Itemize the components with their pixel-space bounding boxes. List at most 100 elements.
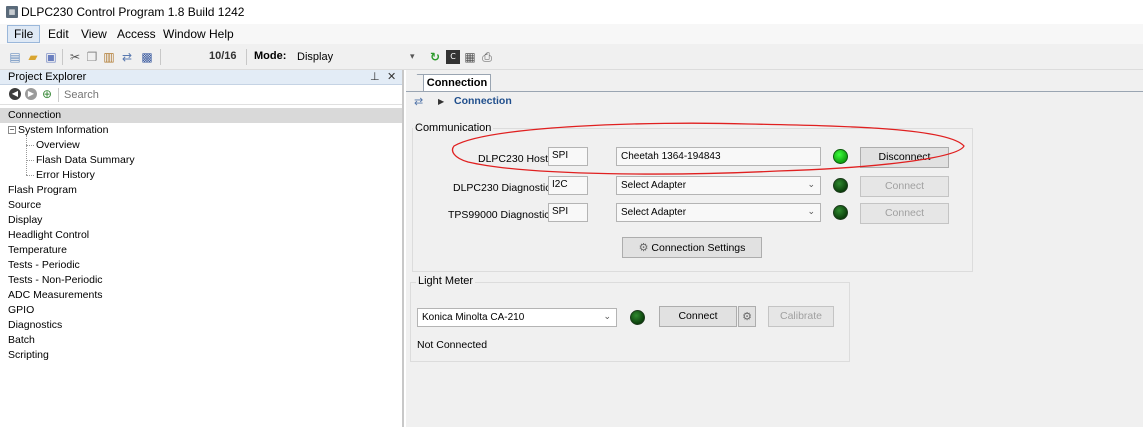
app-icon: ▦ [6, 6, 18, 18]
menu-edit[interactable]: Edit [42, 25, 75, 43]
collapse-icon[interactable]: − [8, 126, 16, 134]
tree-item-label: Flash Data Summary [36, 154, 135, 166]
tree-item-label: Overview [36, 139, 80, 151]
tree-item[interactable]: Error History [36, 168, 95, 183]
back-icon[interactable]: ◀ [9, 88, 21, 100]
window-title: DLPC230 Control Program 1.8 Build 1242 [21, 5, 245, 19]
menu-file[interactable]: File [7, 25, 41, 43]
page-counter: 10/16 [209, 50, 237, 62]
tree-item[interactable]: ADC Measurements [8, 288, 103, 303]
chevron-down-icon: ⌄ [603, 312, 611, 322]
connection-icon[interactable]: ⇄ [120, 50, 134, 64]
row-label: DLPC230 Diagnostics [453, 182, 556, 194]
tree-guide-line [26, 160, 34, 161]
open-icon[interactable]: ▰ [26, 50, 40, 64]
tree-item[interactable]: Display [8, 213, 42, 228]
gear-icon: ⚙ [638, 241, 649, 254]
explorer-search-row: ◀ ▶ ⊕ [0, 85, 402, 105]
tree-item[interactable]: Temperature [8, 243, 67, 258]
tree-item[interactable]: Connection [0, 108, 402, 123]
tree-item-label: Tests - Periodic [8, 259, 80, 271]
tree-item-label: Scripting [8, 349, 49, 361]
menu-bar: File Edit View Access Window Help [0, 24, 1143, 44]
connect-button[interactable]: Connect [860, 203, 949, 224]
toolbar-separator [160, 49, 161, 65]
tree-guide-line [26, 145, 34, 146]
tree-item-label: System Information [18, 124, 109, 136]
copy-icon[interactable]: ❐ [85, 50, 99, 64]
status-led [833, 205, 848, 220]
tree-item-label: Source [8, 199, 42, 211]
tree-item[interactable]: Batch [8, 333, 35, 348]
mode-label: Mode: [254, 50, 287, 62]
tree-item-label: GPIO [8, 304, 35, 316]
tree-item-label: Flash Program [8, 184, 77, 196]
adapter-select[interactable]: Select Adapter ⌄ [616, 203, 821, 222]
new-icon[interactable]: ▤ [8, 50, 22, 64]
save-icon[interactable]: ▣ [44, 50, 58, 64]
menu-access[interactable]: Access [111, 25, 162, 43]
mode-select-value: Display [297, 51, 334, 63]
tree-item[interactable]: Headlight Control [8, 228, 89, 243]
calibrate-button[interactable]: Calibrate [768, 306, 834, 327]
annotation-ellipse [451, 122, 965, 175]
cut-icon[interactable]: ✂ [68, 50, 82, 64]
tree-guide-line [26, 135, 27, 175]
tree-item[interactable]: Tests - Non-Periodic [8, 273, 103, 288]
close-icon[interactable]: ✕ [387, 70, 396, 83]
tree-item[interactable]: Tests - Periodic [8, 258, 80, 273]
add-icon[interactable]: ⊕ [40, 87, 54, 101]
light-meter-select[interactable]: Konica Minolta CA-210 ⌄ [417, 308, 617, 327]
light-meter-settings-button[interactable]: ⚙ [738, 306, 756, 327]
explorer-header: Project Explorer ⊥ ✕ [0, 70, 402, 85]
tree-guide-line [26, 175, 34, 176]
search-separator [58, 88, 59, 102]
light-meter-value: Konica Minolta CA-210 [422, 312, 525, 323]
mode-select[interactable]: Display ▾ [297, 48, 417, 66]
tree-item-label: Diagnostics [8, 319, 63, 331]
explorer-title: Project Explorer [8, 71, 87, 83]
tree-item-label: Tests - Non-Periodic [8, 274, 103, 286]
tree-item[interactable]: Diagnostics [8, 318, 62, 333]
light-meter-status: Not Connected [417, 339, 488, 351]
tree-item-label: Temperature [8, 244, 67, 256]
connection-settings-button[interactable]: ⚙ Connection Settings [622, 237, 762, 258]
tab-connection[interactable]: Connection [423, 74, 491, 92]
project-explorer-panel: Project Explorer ⊥ ✕ ◀ ▶ ⊕ Connection −Sy… [0, 70, 404, 427]
tab-divider [406, 91, 1143, 92]
menu-help[interactable]: Help [203, 25, 240, 43]
pin-icon[interactable]: ⊥ [370, 70, 380, 83]
tree-item[interactable]: Source [8, 198, 41, 213]
tree-item[interactable]: Scripting [8, 348, 49, 363]
search-input[interactable] [64, 87, 264, 103]
tree-item-label: Connection [8, 109, 62, 121]
tree-item[interactable]: GPIO [8, 303, 34, 318]
refresh-icon[interactable]: ↻ [428, 50, 442, 64]
tree-item-label: Error History [36, 169, 95, 181]
protocol-field: SPI [548, 203, 588, 222]
tree-item[interactable]: Flash Data Summary [36, 153, 135, 168]
console-icon[interactable]: C [446, 50, 460, 64]
forward-icon[interactable]: ▶ [25, 88, 37, 100]
adapter-value: Select Adapter [621, 207, 687, 218]
toolbar-separator [246, 49, 247, 65]
menu-view[interactable]: View [75, 25, 113, 43]
clear-icon[interactable]: ▩ [140, 50, 154, 64]
light-meter-legend: Light Meter [416, 275, 476, 287]
chevron-down-icon: ⌄ [807, 207, 815, 217]
tree-item[interactable]: Overview [36, 138, 80, 153]
tree-item-label: Display [8, 214, 43, 226]
gear-icon: ⚙ [742, 310, 752, 323]
tree-item[interactable]: Flash Program [8, 183, 77, 198]
paste-icon[interactable]: ▥ [102, 50, 116, 64]
register-icon[interactable]: ▦ [463, 50, 477, 64]
tree-item-label: Batch [8, 334, 35, 346]
script-icon[interactable]: ⎙ [480, 50, 494, 64]
connection-icon: ⇄ [414, 95, 424, 108]
title-bar: ▦ DLPC230 Control Program 1.8 Build 1242 [0, 0, 1143, 24]
light-meter-connect-button[interactable]: Connect [659, 306, 737, 327]
toolbar: ▤ ▰ ▣ ✂ ❐ ▥ ⇄ ▩ 10/16 Mode: Display ▾ ↻ … [0, 44, 1143, 70]
light-meter-status-led [630, 310, 645, 325]
tree-item[interactable]: − System Information [8, 123, 108, 138]
toolbar-separator [62, 49, 63, 65]
